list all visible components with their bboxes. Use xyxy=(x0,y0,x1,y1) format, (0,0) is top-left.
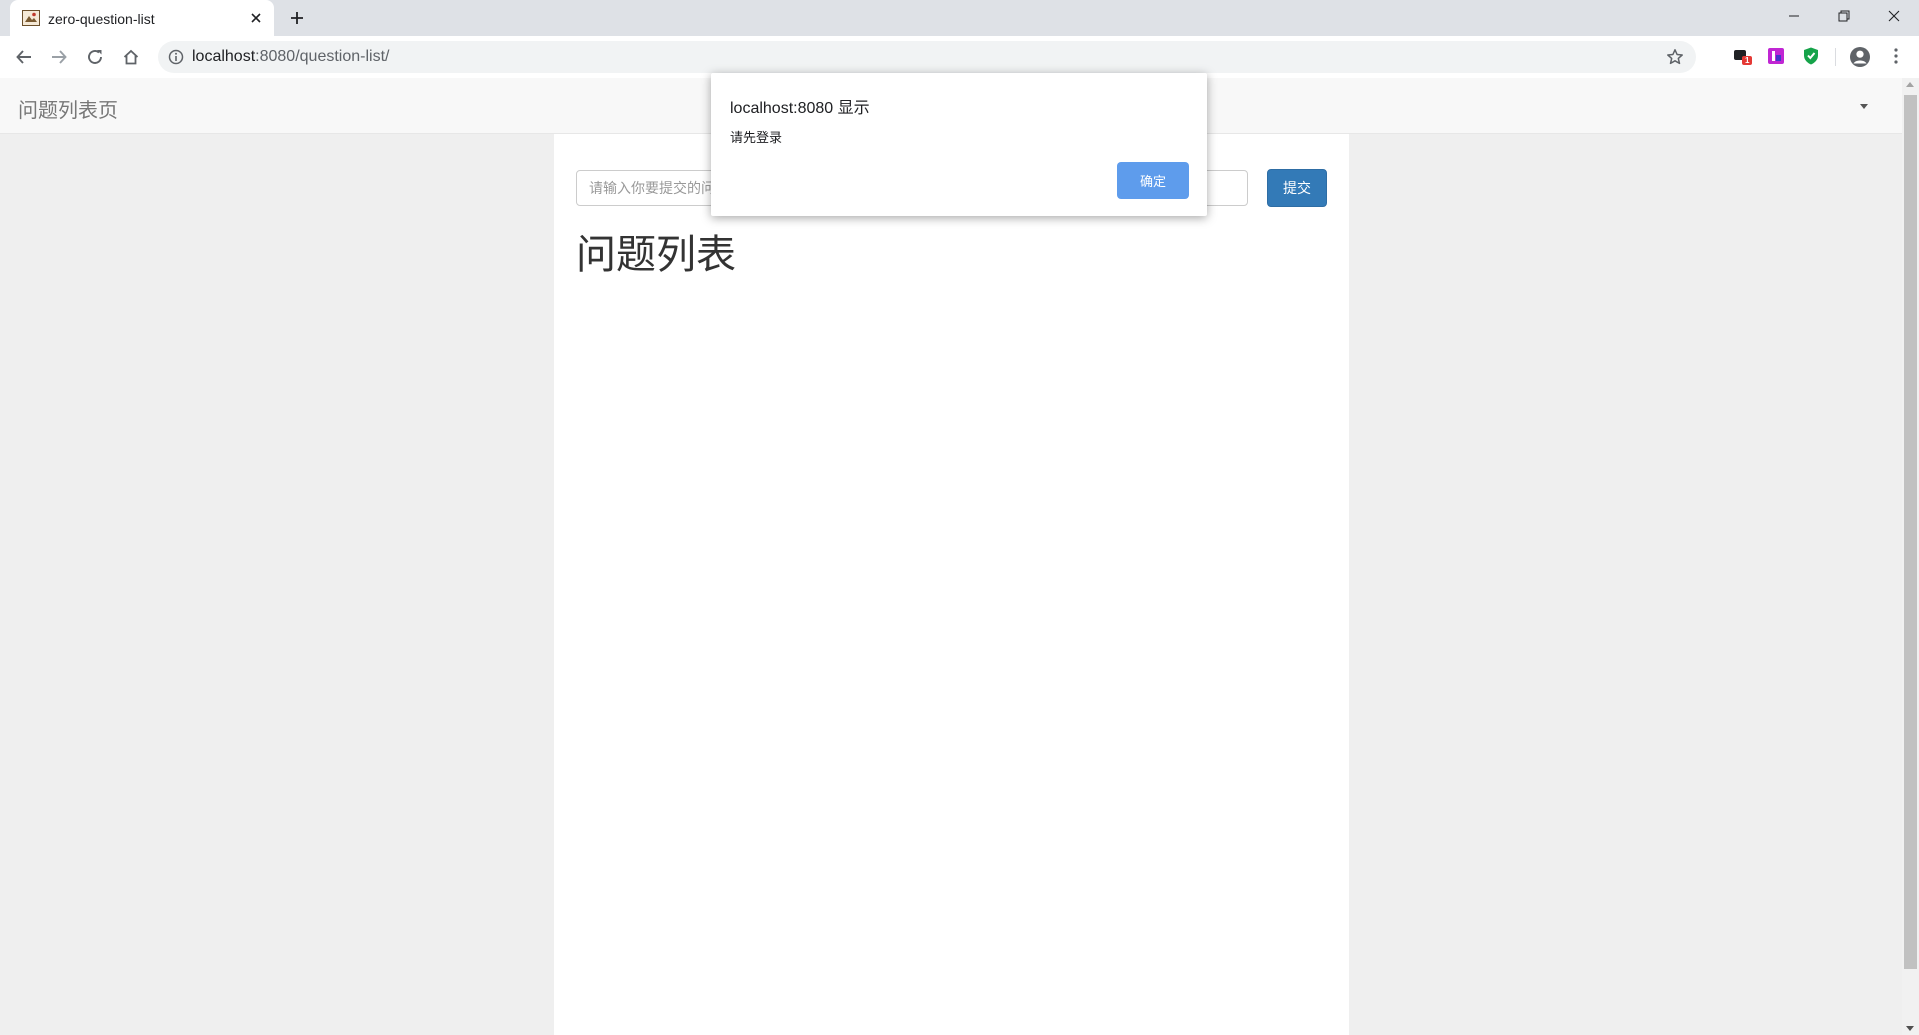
scroll-thumb[interactable] xyxy=(1904,95,1917,969)
browser-tab[interactable]: zero-question-list xyxy=(10,0,274,36)
dialog-ok-button[interactable]: 确定 xyxy=(1117,162,1189,199)
extension-icon[interactable] xyxy=(1766,46,1786,66)
minimize-icon[interactable] xyxy=(1771,0,1817,32)
page-title: 问题列表 xyxy=(576,233,736,277)
dialog-title: localhost:8080 显示 xyxy=(730,100,870,117)
restore-icon[interactable] xyxy=(1821,0,1867,32)
url-text: localhost:8080/question-list/ xyxy=(192,48,389,66)
window-close-icon[interactable] xyxy=(1871,0,1917,32)
favicon-icon xyxy=(22,10,40,26)
address-bar[interactable]: localhost:8080/question-list/ xyxy=(158,41,1696,73)
back-arrow-icon[interactable] xyxy=(13,46,35,68)
star-icon[interactable] xyxy=(1666,48,1684,66)
url-path: :8080/question-list/ xyxy=(255,48,390,65)
tab-title: zero-question-list xyxy=(48,11,155,27)
extension-badge: 1 xyxy=(1745,56,1750,65)
page-scrollbar[interactable] xyxy=(1902,78,1919,1035)
plus-icon[interactable] xyxy=(288,9,306,27)
more-vert-icon[interactable] xyxy=(1886,46,1906,66)
info-icon[interactable] xyxy=(168,49,184,65)
reload-icon[interactable] xyxy=(84,46,106,68)
scroll-down-arrow-icon[interactable] xyxy=(1906,1026,1914,1031)
url-host: localhost xyxy=(192,48,256,65)
scroll-up-arrow-icon[interactable] xyxy=(1906,82,1914,87)
dialog-message: 请先登录 xyxy=(730,130,783,145)
close-icon[interactable] xyxy=(248,10,264,26)
tab-strip: zero-question-list xyxy=(0,0,1919,36)
toolbar-divider xyxy=(1835,48,1836,66)
caret-down-icon[interactable] xyxy=(1860,104,1868,109)
navbar-brand[interactable]: 问题列表页 xyxy=(18,94,118,123)
extension-icon[interactable]: 1 xyxy=(1733,46,1753,66)
forward-arrow-icon[interactable] xyxy=(48,46,70,68)
profile-icon[interactable] xyxy=(1849,46,1870,67)
alert-dialog: localhost:8080 显示 请先登录 确定 xyxy=(711,73,1207,216)
submit-button[interactable]: 提交 xyxy=(1267,169,1327,207)
main-container: 提交 问题列表 xyxy=(554,134,1349,1035)
extension-icon[interactable] xyxy=(1801,46,1821,66)
home-icon[interactable] xyxy=(120,46,142,68)
